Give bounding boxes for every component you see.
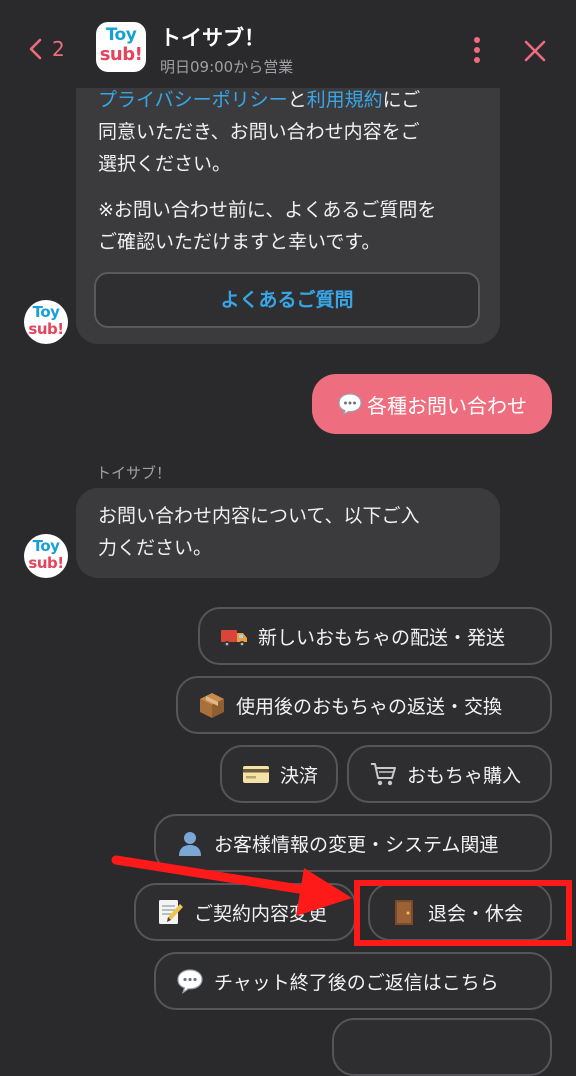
- close-icon[interactable]: [520, 36, 550, 66]
- choice-customer-info-system[interactable]: お客様情報の変更・システム関連: [154, 814, 552, 872]
- choice-new-toy-delivery[interactable]: 新しいおもちゃの配送・発送: [198, 607, 552, 665]
- chat-title: トイサブ！: [160, 26, 265, 50]
- user-message: 各種お問い合わせ: [312, 374, 552, 434]
- speech-bubble-icon: [338, 393, 362, 416]
- delivery-truck-icon: [221, 630, 247, 647]
- credit-card-icon: [243, 766, 269, 783]
- intro-line-2: 同意いただき、お問い合わせ内容をご: [98, 121, 420, 143]
- prompt-line-1: お問い合わせ内容について、以下ご入: [98, 505, 420, 527]
- choice-label: 使用後のおもちゃの返送・交換: [236, 695, 503, 718]
- bot-message-prompt: お問い合わせ内容について、以下ご入 力ください。: [76, 488, 500, 578]
- bot-avatar: Toy sub!: [24, 300, 68, 344]
- speech-bubble-icon: [177, 969, 203, 994]
- choice-label: 新しいおもちゃの配送・発送: [258, 626, 506, 649]
- choice-label: お客様情報の変更・システム関連: [214, 833, 499, 856]
- privacy-policy-link[interactable]: プライバシーポリシー: [98, 89, 288, 111]
- choice-label: チャット終了後のご返信はこちら: [214, 971, 499, 994]
- intro-line-1: プライバシーポリシーと利用規約にご: [98, 89, 421, 111]
- annotation-highlight-box: [354, 880, 572, 946]
- memo-icon: [159, 900, 183, 924]
- bot-sender-name: トイサブ！: [96, 464, 172, 482]
- chat-header: 2 Toy sub! トイサブ！ 明日09:00から営業: [0, 0, 576, 88]
- user-message-text: 各種お問い合わせ: [367, 393, 527, 418]
- choice-label: 決済: [280, 764, 319, 787]
- choice-toy-purchase[interactable]: おもちゃ購入: [347, 745, 552, 803]
- more-options-icon[interactable]: [466, 35, 488, 65]
- choice-contract-change[interactable]: ご契約内容変更: [134, 883, 356, 941]
- intro-line-5: ご確認いただけますと幸いです。: [98, 231, 381, 253]
- unread-count: 2: [52, 37, 65, 61]
- bot-message-intro: プライバシーポリシーと利用規約にご 同意いただき、お問い合わせ内容をご 選択くだ…: [76, 60, 500, 344]
- choice-reply-after-chat[interactable]: チャット終了後のご返信はこちら: [154, 952, 552, 1010]
- app-logo: Toy sub!: [96, 22, 146, 72]
- choice-payment[interactable]: 決済: [220, 745, 338, 803]
- business-hours-status: 明日09:00から営業: [160, 58, 294, 76]
- back-button[interactable]: 2: [28, 32, 65, 66]
- bot-avatar: Toy sub!: [24, 534, 68, 578]
- shopping-cart-icon: [371, 763, 396, 786]
- intro-line-4: ※お問い合わせ前に、よくあるご質問を: [98, 199, 437, 221]
- prompt-line-2: 力ください。: [98, 537, 213, 559]
- package-icon: [200, 693, 224, 718]
- chevron-left-icon: [29, 38, 42, 60]
- intro-line-3: 選択ください。: [98, 153, 232, 175]
- choice-label: ご契約内容変更: [194, 902, 328, 925]
- choice-label: おもちゃ購入: [407, 764, 522, 787]
- faq-button[interactable]: よくあるご質問: [94, 272, 480, 328]
- terms-of-use-link[interactable]: 利用規約: [307, 89, 383, 111]
- user-icon: [179, 832, 201, 856]
- choice-partially-visible[interactable]: [332, 1018, 552, 1076]
- choice-used-toy-return[interactable]: 使用後のおもちゃの返送・交換: [176, 676, 552, 734]
